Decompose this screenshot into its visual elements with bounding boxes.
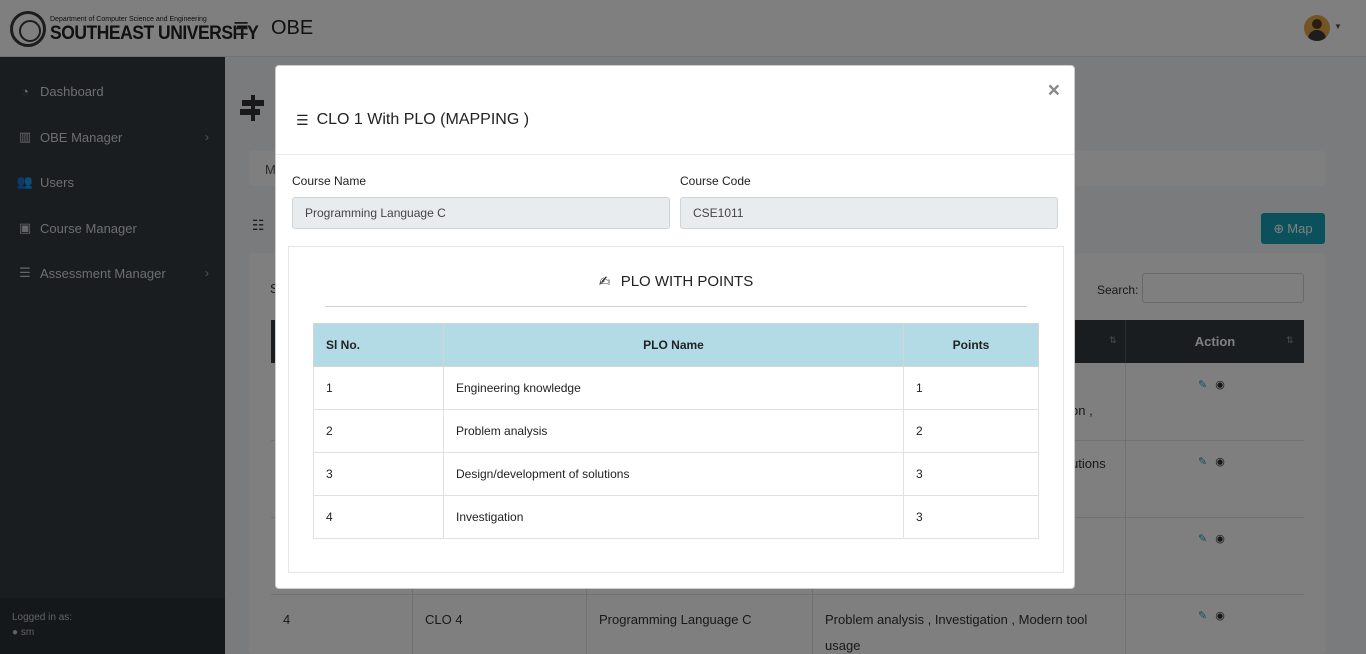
table-header-row: Sl No. PLO Name Points (313, 323, 1039, 367)
plo-heading: ✍ PLO WITH POINTS (289, 273, 1063, 290)
plo-name-cell: Problem analysis (443, 409, 904, 453)
stamp-icon: ✍ (598, 273, 611, 289)
plo-name-cell: Investigation (443, 495, 904, 539)
clo-plo-mapping-modal: × ☰ CLO 1 With PLO (MAPPING ) Course Nam… (275, 65, 1075, 589)
column-header-plo-name: PLO Name (443, 323, 904, 367)
points-cell: 3 (903, 495, 1039, 539)
points-cell: 3 (903, 452, 1039, 496)
column-header-points: Points (903, 323, 1039, 367)
modal-title-text: CLO 1 With PLO (MAPPING ) (316, 111, 530, 128)
column-header-sl: Sl No. (313, 323, 444, 367)
table-row: 4 Investigation 3 (313, 495, 1039, 539)
points-cell: 1 (903, 366, 1039, 410)
course-name-field[interactable]: Programming Language C (292, 197, 670, 229)
table-row: 2 Problem analysis 2 (313, 409, 1039, 453)
plo-heading-divider (325, 306, 1027, 307)
close-icon[interactable]: × (1048, 79, 1060, 103)
sl-cell: 2 (313, 409, 444, 453)
sl-cell: 1 (313, 366, 444, 410)
modal-divider (276, 154, 1074, 155)
plo-points-table: Sl No. PLO Name Points 1 Engineering kno… (313, 323, 1039, 539)
sl-cell: 4 (313, 495, 444, 539)
tasks-icon: ☰ (296, 111, 309, 128)
plo-heading-text: PLO WITH POINTS (620, 273, 754, 290)
plo-name-cell: Design/development of solutions (443, 452, 904, 496)
course-code-label: Course Code (680, 174, 751, 188)
plo-name-cell: Engineering knowledge (443, 366, 904, 410)
points-cell: 2 (903, 409, 1039, 453)
plo-points-card: ✍ PLO WITH POINTS Sl No. PLO Name Points… (288, 246, 1064, 573)
sl-cell: 3 (313, 452, 444, 496)
course-name-label: Course Name (292, 174, 367, 188)
modal-title: ☰ CLO 1 With PLO (MAPPING ) (296, 111, 529, 129)
table-row: 3 Design/development of solutions 3 (313, 452, 1039, 496)
table-row: 1 Engineering knowledge 1 (313, 366, 1039, 410)
course-code-field[interactable]: CSE1011 (680, 197, 1058, 229)
